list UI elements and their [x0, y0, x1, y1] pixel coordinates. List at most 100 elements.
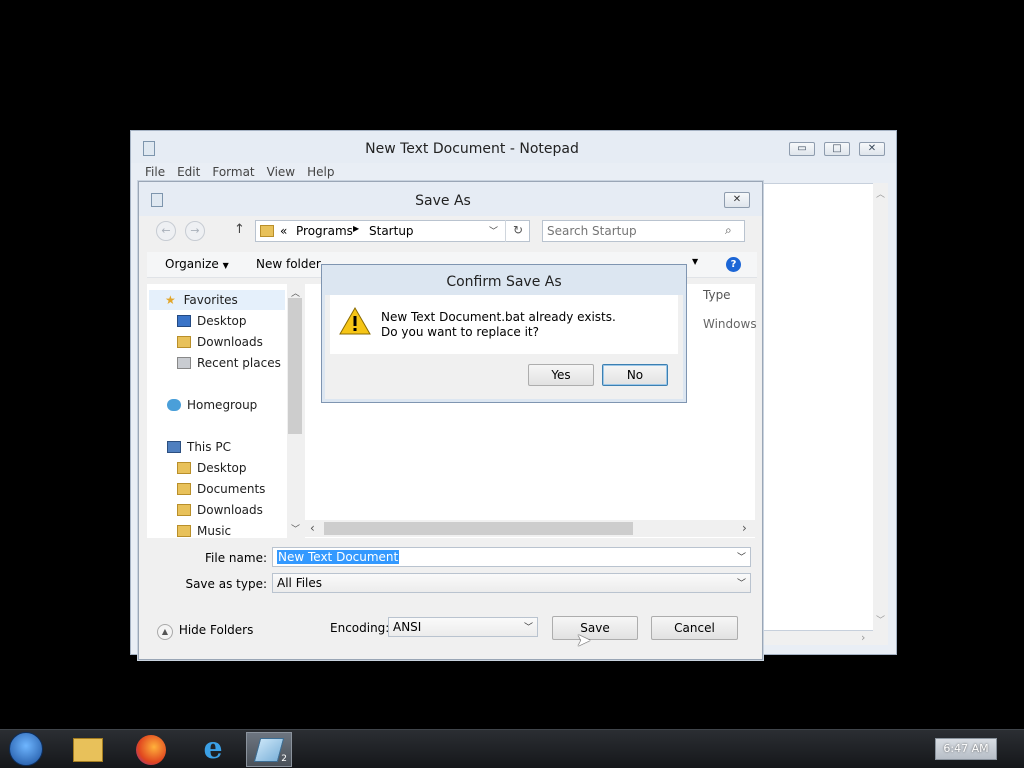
taskbar-file-explorer[interactable]: [66, 732, 110, 767]
encoding-select[interactable]: ANSI ﹀: [388, 617, 538, 637]
star-icon: ★: [165, 293, 176, 307]
nav-downloads[interactable]: Downloads: [177, 332, 263, 352]
nav-pc-downloads[interactable]: Downloads: [177, 500, 263, 520]
file-name-label: File name:: [205, 551, 267, 565]
nav-pc-desktop[interactable]: Desktop: [177, 458, 247, 478]
nav-pc-documents[interactable]: Documents: [177, 479, 265, 499]
column-header-type[interactable]: Type: [703, 288, 731, 302]
menu-format[interactable]: Format: [206, 163, 260, 181]
maximize-button[interactable]: □: [824, 142, 850, 156]
scroll-down-arrow-icon[interactable]: ﹀: [876, 613, 885, 626]
menu-help[interactable]: Help: [301, 163, 340, 181]
save-button[interactable]: Save: [552, 616, 638, 640]
save-as-type-select[interactable]: All Files ﹀: [272, 573, 751, 593]
file-list-scroll-thumb[interactable]: [324, 522, 633, 535]
folder-icon: [177, 504, 191, 516]
menu-view[interactable]: View: [261, 163, 301, 181]
scroll-up-arrow-icon[interactable]: ︿: [876, 187, 885, 200]
breadcrumb-startup[interactable]: Startup: [369, 224, 414, 238]
nav-downloads-label: Downloads: [197, 335, 263, 349]
close-button[interactable]: ✕: [859, 142, 885, 156]
organize-dropdown-icon: ▼: [222, 261, 229, 270]
organize-label: Organize: [165, 257, 219, 271]
firefox-icon: [136, 735, 166, 765]
encoding-dropdown-icon[interactable]: ﹀: [524, 620, 533, 633]
file-list-horizontal-scrollbar[interactable]: ‹ ›: [305, 520, 755, 537]
save-as-type-label: Save as type:: [185, 577, 267, 591]
menu-file[interactable]: File: [139, 163, 171, 181]
save-as-type-value: All Files: [277, 576, 323, 590]
nav-pc-desktop-label: Desktop: [197, 461, 247, 475]
back-button[interactable]: ←: [156, 221, 176, 241]
nav-homegroup[interactable]: Homegroup: [167, 395, 257, 415]
menu-edit[interactable]: Edit: [171, 163, 206, 181]
minimize-button[interactable]: ▭: [789, 142, 815, 156]
mouse-cursor-icon: ➤: [576, 630, 592, 651]
desktop-icon: [177, 315, 191, 327]
confirm-save-as-dialog: Confirm Save As New Text Document.bat al…: [321, 264, 687, 403]
file-name-value: New Text Document: [277, 550, 400, 564]
search-input[interactable]: [547, 223, 717, 239]
notepad-text-area[interactable]: [761, 183, 888, 631]
forward-button[interactable]: →: [185, 221, 205, 241]
folder-icon: [177, 483, 191, 495]
file-name-dropdown-icon[interactable]: ﹀: [737, 550, 746, 563]
cancel-button[interactable]: Cancel: [651, 616, 738, 640]
file-row-type[interactable]: Windows: [703, 317, 757, 331]
save-as-title: Save As: [415, 193, 471, 209]
save-as-type-dropdown-icon[interactable]: ﹀: [737, 576, 746, 589]
no-button[interactable]: No: [602, 364, 668, 386]
nav-this-pc[interactable]: This PC: [167, 437, 231, 457]
nav-favorites-label: Favorites: [183, 293, 238, 307]
recent-places-icon: [177, 357, 191, 369]
internet-explorer-icon: e: [203, 731, 223, 766]
notepad-vertical-scrollbar[interactable]: ︿ ﹀: [873, 183, 888, 631]
scroll-right-arrow-icon[interactable]: ›: [861, 631, 865, 644]
clock[interactable]: 6:47 AM: [935, 738, 997, 760]
scroll-down-arrow-icon[interactable]: ﹀: [291, 522, 300, 535]
downloads-folder-icon: [177, 336, 191, 348]
breadcrumb-programs[interactable]: Programs: [296, 224, 353, 238]
start-button[interactable]: [4, 732, 48, 767]
notepad-icon: [253, 738, 285, 762]
yes-button[interactable]: Yes: [528, 364, 594, 386]
scroll-left-arrow-icon[interactable]: ‹: [310, 521, 315, 535]
notepad-horizontal-scrollbar[interactable]: ›: [761, 631, 888, 645]
nav-pc-documents-label: Documents: [197, 482, 266, 496]
notepad-window-count: 2: [281, 754, 287, 764]
hide-folders-label: Hide Folders: [178, 623, 254, 637]
nav-recent-places-label: Recent places: [197, 356, 281, 370]
warning-icon: [339, 307, 371, 335]
view-options-dropdown-icon[interactable]: ▼: [692, 257, 698, 266]
search-icon: ⌕: [725, 223, 732, 237]
refresh-button[interactable]: ↻: [505, 220, 530, 242]
search-box[interactable]: ⌕: [542, 220, 745, 242]
taskbar-firefox[interactable]: [129, 732, 173, 767]
save-as-dialog: Save As ✕ ← → ↑ « Programs ▶ Startup ﹀ ↻…: [138, 181, 763, 660]
organize-button[interactable]: Organize ▼: [165, 257, 229, 271]
file-name-input[interactable]: New Text Document ﹀: [272, 547, 751, 567]
nav-pc-music[interactable]: Music: [177, 521, 231, 541]
nav-homegroup-label: Homegroup: [187, 398, 258, 412]
save-as-close-button[interactable]: ✕: [724, 192, 750, 208]
nav-desktop[interactable]: Desktop: [177, 311, 247, 331]
help-icon[interactable]: ?: [726, 257, 741, 272]
nav-favorites[interactable]: ★ Favorites: [149, 290, 285, 310]
windows-logo-icon: [9, 732, 43, 766]
new-folder-button[interactable]: New folder: [256, 257, 321, 271]
up-button[interactable]: ↑: [234, 222, 245, 237]
nav-recent-places[interactable]: Recent places: [177, 353, 281, 373]
taskbar-internet-explorer[interactable]: e: [191, 732, 235, 767]
scroll-right-arrow-icon[interactable]: ›: [742, 521, 747, 535]
folder-icon: [177, 462, 191, 474]
address-dropdown-icon[interactable]: ﹀: [489, 224, 498, 237]
address-bar[interactable]: « Programs ▶ Startup ﹀: [255, 220, 530, 242]
taskbar-notepad[interactable]: 2: [246, 732, 292, 767]
confirm-title: Confirm Save As: [446, 274, 562, 290]
navigation-pane-scrollbar[interactable]: ︿ ﹀: [287, 284, 303, 538]
taskbar: e 2 6:47 AM: [0, 729, 1024, 768]
hide-folders-button[interactable]: ▲ Hide Folders: [157, 623, 253, 640]
breadcrumb-overflow[interactable]: «: [280, 224, 287, 238]
breadcrumb-separator-icon[interactable]: ▶: [353, 224, 359, 233]
navigation-scroll-thumb[interactable]: [288, 298, 302, 434]
